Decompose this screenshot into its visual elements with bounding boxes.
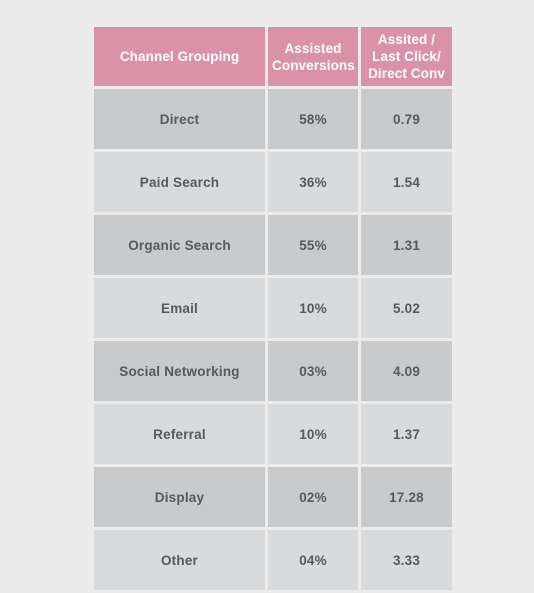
channel-grouping-table-container: Channel Grouping Assisted Conversions As… (94, 27, 452, 590)
cell-assisted-conversions: 04% (268, 530, 358, 590)
cell-assisted-conversions: 10% (268, 278, 358, 338)
table-row: Email 10% 5.02 (94, 278, 452, 338)
cell-assisted-last-click-direct-conv: 1.31 (361, 215, 452, 275)
column-header-assisted-last-click-direct-conv: Assited / Last Click/ Direct Conv (361, 27, 452, 86)
cell-assisted-last-click-direct-conv: 1.37 (361, 404, 452, 464)
cell-channel-grouping: Email (94, 278, 265, 338)
cell-assisted-last-click-direct-conv: 4.09 (361, 341, 452, 401)
table-row: Direct 58% 0.79 (94, 89, 452, 149)
channel-grouping-table: Channel Grouping Assisted Conversions As… (91, 24, 455, 593)
cell-assisted-last-click-direct-conv: 3.33 (361, 530, 452, 590)
cell-assisted-last-click-direct-conv: 5.02 (361, 278, 452, 338)
cell-assisted-conversions: 36% (268, 152, 358, 212)
table-header-row: Channel Grouping Assisted Conversions As… (94, 27, 452, 86)
cell-channel-grouping: Direct (94, 89, 265, 149)
cell-channel-grouping: Paid Search (94, 152, 265, 212)
table-row: Paid Search 36% 1.54 (94, 152, 452, 212)
cell-assisted-last-click-direct-conv: 17.28 (361, 467, 452, 527)
cell-channel-grouping: Referral (94, 404, 265, 464)
table-header: Channel Grouping Assisted Conversions As… (94, 27, 452, 86)
table-row: Organic Search 55% 1.31 (94, 215, 452, 275)
table-body: Direct 58% 0.79 Paid Search 36% 1.54 Organic S… (94, 89, 452, 590)
cell-assisted-conversions: 02% (268, 467, 358, 527)
cell-channel-grouping: Organic Search (94, 215, 265, 275)
table-row: Display 02% 17.28 (94, 467, 452, 527)
column-header-assisted-conversions: Assisted Conversions (268, 27, 358, 86)
column-header-channel-grouping: Channel Grouping (94, 27, 265, 86)
cell-assisted-last-click-direct-conv: 1.54 (361, 152, 452, 212)
cell-assisted-conversions: 03% (268, 341, 358, 401)
cell-channel-grouping: Display (94, 467, 265, 527)
cell-channel-grouping: Social Networking (94, 341, 265, 401)
table-row: Referral 10% 1.37 (94, 404, 452, 464)
cell-channel-grouping: Other (94, 530, 265, 590)
cell-assisted-last-click-direct-conv: 0.79 (361, 89, 452, 149)
cell-assisted-conversions: 10% (268, 404, 358, 464)
cell-assisted-conversions: 58% (268, 89, 358, 149)
table-row: Social Networking 03% 4.09 (94, 341, 452, 401)
cell-assisted-conversions: 55% (268, 215, 358, 275)
table-row: Other 04% 3.33 (94, 530, 452, 590)
